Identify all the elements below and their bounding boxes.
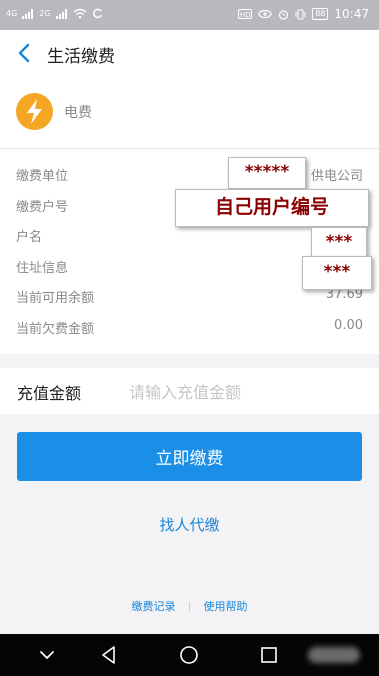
info-label: 当前可用余额 — [16, 291, 95, 306]
info-row-unit: 缴费单位 供电公司 — [0, 159, 379, 189]
info-label: 缴费单位 — [16, 169, 69, 184]
info-value: 供电公司 — [310, 169, 363, 184]
info-label: 当前欠费金额 — [16, 322, 95, 337]
recharge-amount-label: 充值金额 — [17, 384, 82, 403]
sync-icon — [92, 8, 102, 19]
signal-icon — [22, 8, 34, 19]
page-title: 生活缴费 — [47, 47, 115, 67]
redaction-overlay-name: *** — [311, 227, 367, 259]
status-left: 4G 2G — [6, 8, 103, 19]
system-nav-bar — [0, 634, 379, 676]
redaction-overlay-address: *** — [302, 256, 372, 290]
redaction-overlay-unit: ***** — [228, 157, 306, 189]
bill-type-label: 电费 — [64, 105, 92, 121]
info-row-arrears: 当前欠费金额 0.00 — [0, 312, 379, 342]
chevron-left-icon[interactable] — [14, 40, 36, 66]
vibrate-icon — [295, 8, 306, 20]
payment-history-link[interactable]: 缴费记录 — [132, 600, 176, 613]
battery-icon: 88 — [312, 8, 329, 20]
alarm-icon — [279, 9, 289, 20]
network-type-label: 4G — [6, 9, 18, 18]
lightning-bolt-icon — [16, 93, 53, 130]
status-bar: 4G 2G HD 88 10:47 — [0, 0, 379, 30]
bottom-links: 缴费记录 使用帮助 — [0, 598, 379, 614]
help-link[interactable]: 使用帮助 — [204, 600, 248, 613]
link-divider — [189, 602, 190, 612]
triangle-back-icon[interactable] — [98, 644, 120, 666]
chevron-down-icon[interactable] — [36, 644, 58, 666]
status-right: HD 88 10:47 — [238, 7, 369, 21]
svg-text:HD: HD — [240, 11, 251, 19]
wifi-icon — [73, 8, 87, 19]
proxy-pay-link[interactable]: 找人代缴 — [0, 514, 379, 535]
pay-now-button[interactable]: 立即缴费 — [17, 432, 362, 481]
info-label: 户名 — [16, 230, 43, 245]
signal-icon-2 — [55, 8, 67, 19]
info-label: 缴费户号 — [16, 200, 69, 215]
recharge-amount-row: 充值金额 — [0, 368, 379, 414]
info-value: 0.00 — [334, 318, 363, 333]
bill-type-row: 电费 — [0, 76, 379, 149]
network-type-label-2: 2G — [39, 9, 51, 18]
annotation-overlay-account: 自己用户编号 — [175, 189, 369, 227]
recharge-amount-input[interactable] — [127, 376, 351, 408]
clock: 10:47 — [334, 7, 369, 21]
app-header: 生活缴费 — [0, 30, 379, 77]
blurred-region — [308, 647, 360, 663]
eye-icon — [258, 9, 272, 19]
hd-icon: HD — [238, 9, 253, 19]
info-label: 住址信息 — [16, 261, 69, 276]
square-recents-icon[interactable] — [258, 644, 280, 666]
circle-home-icon[interactable] — [178, 644, 200, 666]
